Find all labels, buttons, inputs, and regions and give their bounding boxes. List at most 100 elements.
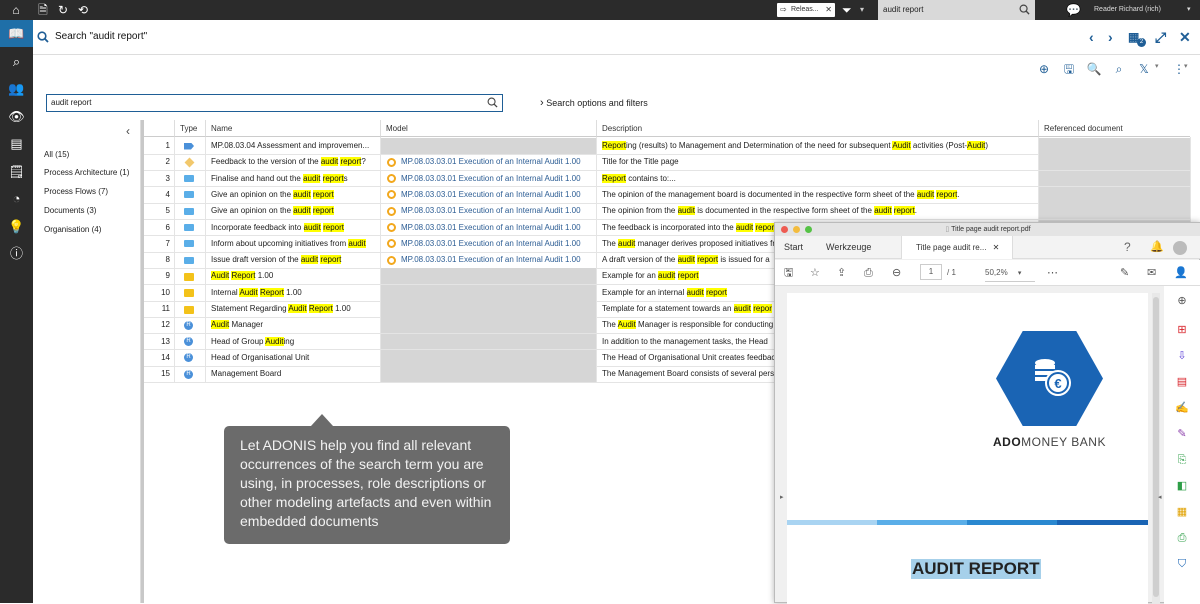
result-name[interactable]: Head of Group Auditing: [211, 334, 377, 350]
find-icon[interactable]: ⌕: [1111, 61, 1127, 77]
help-icon[interactable]: ?: [1124, 236, 1131, 259]
notification-bell-icon[interactable]: 🔔: [1150, 236, 1164, 259]
category-organisation[interactable]: Organisation (4): [44, 224, 101, 236]
result-name[interactable]: Issue draft version of the audit report: [211, 252, 377, 268]
more-icon[interactable]: ⋯: [1047, 266, 1058, 280]
column-header-model[interactable]: Model: [380, 120, 596, 137]
result-name[interactable]: Incorporate feedback into audit report: [211, 220, 377, 236]
result-name[interactable]: Give an opinion on the audit report: [211, 187, 377, 203]
home-icon[interactable]: ⌂: [9, 3, 23, 17]
right-panel-toggle-icon[interactable]: ◂: [1158, 493, 1162, 501]
search-options-toggle[interactable]: › Search options and filters: [540, 95, 648, 111]
column-header-referenced-document[interactable]: Referenced document: [1038, 120, 1190, 137]
back-icon[interactable]: ‹: [1089, 29, 1094, 45]
fill-sign-icon[interactable]: ✍: [1175, 401, 1189, 415]
zoom-out-icon[interactable]: ⊖: [892, 266, 901, 280]
chevron-down-icon[interactable]: ▾: [860, 3, 864, 17]
close-icon[interactable]: ✕: [1179, 29, 1191, 45]
chevron-down-icon[interactable]: ▾: [1187, 0, 1191, 20]
release-tab[interactable]: ⇨ Releas... ✕: [777, 3, 835, 17]
result-name[interactable]: Internal Audit Report 1.00: [211, 285, 377, 301]
enhance-scan-icon[interactable]: ⎘: [1175, 453, 1189, 467]
tab-document[interactable]: Title page audit re... ✕: [901, 236, 1013, 259]
collapse-icon[interactable]: ‹: [126, 124, 130, 138]
search-icon[interactable]: ⌕: [0, 48, 33, 75]
result-name[interactable]: Head of Organisational Unit: [211, 350, 377, 366]
edit-pdf-icon[interactable]: ▦: [1175, 505, 1189, 519]
column-header-description[interactable]: Description: [596, 120, 1038, 137]
model-link[interactable]: MP.08.03.03.01 Execution of an Internal …: [401, 154, 593, 170]
tab-start[interactable]: Start: [784, 236, 803, 259]
panel-resize-handle[interactable]: [141, 120, 144, 603]
left-panel-toggle-icon[interactable]: ▸: [780, 493, 784, 501]
result-name[interactable]: Inform about upcoming initiatives from a…: [211, 236, 377, 252]
model-link[interactable]: MP.08.03.03.01 Execution of an Internal …: [401, 171, 593, 187]
result-name[interactable]: Finalise and hand out the audit reports: [211, 171, 377, 187]
zoom-select[interactable]: 50,2% ▾: [985, 266, 1035, 282]
maximize-window-button[interactable]: [805, 226, 812, 233]
chat-icon[interactable]: 💬: [1066, 3, 1081, 17]
tab-tools[interactable]: Werkzeuge: [826, 236, 871, 259]
search-icon[interactable]: [1019, 4, 1030, 15]
category-process-flows[interactable]: Process Flows (7): [44, 186, 108, 198]
result-name[interactable]: Management Board: [211, 366, 377, 382]
forward-icon[interactable]: ›: [1108, 29, 1113, 45]
export-pdf-icon[interactable]: ⇩: [1175, 349, 1189, 363]
history-icon[interactable]: ⟲: [76, 3, 90, 17]
info-icon[interactable]: ⓘ: [0, 240, 33, 267]
minimize-window-button[interactable]: [793, 226, 800, 233]
lightbulb-icon[interactable]: 💡: [0, 213, 33, 240]
category-documents[interactable]: Documents (3): [44, 205, 96, 217]
save-icon[interactable]: 🖫: [784, 266, 793, 280]
chevron-down-icon[interactable]: ▾: [1155, 62, 1159, 70]
expand-icon[interactable]: ⤢: [1155, 29, 1166, 45]
star-icon[interactable]: ☆: [810, 266, 820, 280]
column-header-name[interactable]: Name: [205, 120, 380, 137]
close-icon[interactable]: ✕: [825, 3, 832, 17]
refresh-icon[interactable]: ↻: [56, 3, 70, 17]
protect-icon[interactable]: ⛉: [1175, 557, 1189, 571]
top-search-input[interactable]: audit report: [878, 0, 1035, 20]
print-production-icon[interactable]: ⎙: [1175, 531, 1189, 545]
result-name[interactable]: Give an opinion on the audit report: [211, 203, 377, 219]
avatar[interactable]: [1173, 241, 1187, 255]
chevron-down-icon[interactable]: ▾: [1184, 62, 1188, 70]
page-number-input[interactable]: 1: [920, 264, 942, 280]
eye-icon[interactable]: 👁: [0, 103, 33, 130]
search-input[interactable]: audit report: [46, 94, 503, 112]
organize-pages-icon[interactable]: ▤: [1175, 375, 1189, 389]
news-icon[interactable]: ▤: [0, 130, 33, 157]
result-name[interactable]: Feedback to the version of the audit rep…: [211, 154, 377, 170]
dashboard-icon[interactable]: ◔: [0, 185, 33, 212]
sign-icon[interactable]: ✎: [1120, 266, 1129, 280]
model-link[interactable]: MP.08.03.03.01 Execution of an Internal …: [401, 236, 593, 252]
excel-export-icon[interactable]: 𝕏: [1136, 61, 1152, 77]
zoom-icon[interactable]: ⊕: [1175, 294, 1189, 308]
model-link[interactable]: MP.08.03.03.01 Execution of an Internal …: [401, 220, 593, 236]
mail-icon[interactable]: ✉: [1147, 266, 1156, 280]
report-icon[interactable]: 🗒: [0, 158, 33, 185]
print-icon[interactable]: ⎙: [864, 266, 873, 280]
search-icon[interactable]: [487, 97, 498, 108]
model-link[interactable]: MP.08.03.03.01 Execution of an Internal …: [401, 252, 593, 268]
users-icon[interactable]: 👥: [0, 75, 33, 102]
upload-icon[interactable]: ⇪: [837, 266, 846, 280]
result-name[interactable]: Statement Regarding Audit Report 1.00: [211, 301, 377, 317]
book-icon[interactable]: 📖: [0, 20, 33, 47]
comment-icon[interactable]: ✎: [1175, 427, 1189, 441]
pdf-scrollbar-thumb[interactable]: [1153, 297, 1159, 597]
result-name[interactable]: Audit Report 1.00: [211, 268, 377, 284]
result-name[interactable]: Audit Manager: [211, 317, 377, 333]
save-icon[interactable]: 🖫: [1061, 61, 1077, 77]
zoom-icon[interactable]: ⊕: [1036, 61, 1052, 77]
result-name[interactable]: MP.08.03.04 Assessment and improvemen...: [211, 138, 377, 154]
model-link[interactable]: MP.08.03.03.01 Execution of an Internal …: [401, 203, 593, 219]
compare-icon[interactable]: ◧: [1175, 479, 1189, 493]
column-header-type[interactable]: Type: [174, 120, 205, 137]
share-user-icon[interactable]: 👤: [1174, 266, 1188, 280]
close-icon[interactable]: ✕: [993, 243, 1000, 252]
new-document-icon[interactable]: 🗎: [36, 3, 50, 17]
category-process-architecture[interactable]: Process Architecture (1): [44, 167, 129, 179]
model-link[interactable]: MP.08.03.03.01 Execution of an Internal …: [401, 187, 593, 203]
create-pdf-icon[interactable]: ⊞: [1175, 323, 1189, 337]
